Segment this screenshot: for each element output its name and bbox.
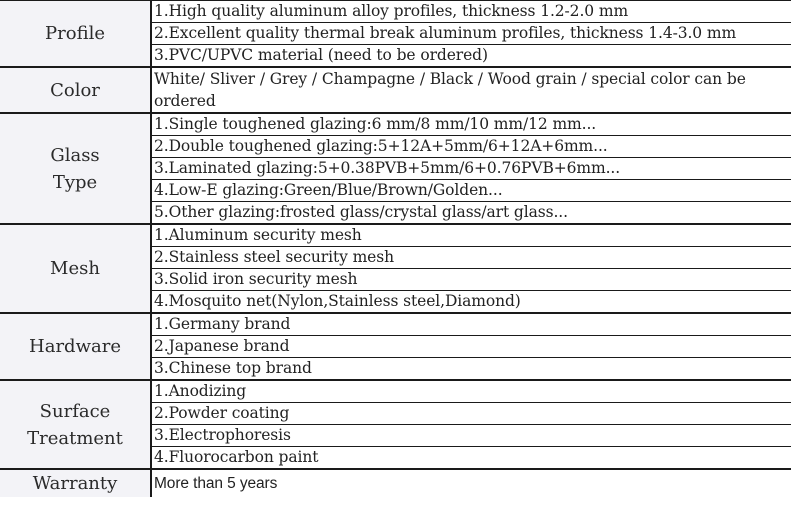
- profile-item: 1.High quality aluminum alloy profiles, …: [151, 0, 791, 23]
- hardware-item: 3.Chinese top brand: [151, 357, 791, 380]
- warranty-value: More than 5 years: [151, 468, 791, 497]
- surface-item: 3.Electrophoresis: [151, 424, 791, 447]
- row-label-color: Color: [0, 66, 152, 113]
- table-row: Color White/ Sliver / Grey / Champagne /…: [0, 66, 791, 113]
- glass-item: 1.Single toughened glazing:6 mm/8 mm/10 …: [151, 112, 791, 136]
- surface-item: 1.Anodizing: [151, 379, 791, 403]
- mesh-item: 3.Solid iron security mesh: [151, 268, 791, 291]
- hardware-item: 2.Japanese brand: [151, 335, 791, 358]
- mesh-item: 1.Aluminum security mesh: [151, 223, 791, 247]
- surface-treatment-label-line1: Surface: [39, 400, 111, 422]
- row-label-surface-treatment: Surface Treatment: [0, 379, 152, 469]
- row-label-warranty: Warranty: [0, 468, 152, 497]
- table-row: Warranty More than 5 years: [0, 468, 791, 497]
- table-row: Mesh 1.Aluminum security mesh: [0, 223, 791, 313]
- mesh-item: 4.Mosquito net(Nylon,Stainless steel,Dia…: [151, 290, 791, 313]
- table-row: Surface Treatment 1.Anodizing: [0, 379, 791, 469]
- row-label-mesh: Mesh: [0, 223, 152, 313]
- profile-item: 2.Excellent quality thermal break alumin…: [151, 22, 791, 45]
- row-label-hardware: Hardware: [0, 312, 152, 380]
- table-row: Profile 1.High quality aluminum alloy pr…: [0, 0, 791, 67]
- surface-item: 4.Fluorocarbon paint: [151, 446, 791, 469]
- glass-item: 3.Laminated glazing:5+0.38PVB+5mm/6+0.76…: [151, 157, 791, 180]
- surface-item: 2.Powder coating: [151, 402, 791, 425]
- surface-treatment-label-line2: Treatment: [27, 427, 123, 449]
- glass-type-label-line2: Type: [52, 171, 98, 193]
- table-row: Glass Type 1.Single toughened glazing:6 …: [0, 112, 791, 224]
- product-spec-table: Profile 1.High quality aluminum alloy pr…: [0, 0, 791, 497]
- glass-item: 5.Other glazing:frosted glass/crystal gl…: [151, 201, 791, 224]
- glass-item: 2.Double toughened glazing:5+12A+5mm/6+1…: [151, 135, 791, 158]
- hardware-item: 1.Germany brand: [151, 312, 791, 336]
- glass-item: 4.Low-E glazing:Green/Blue/Brown/Golden.…: [151, 179, 791, 202]
- table-row: Hardware 1.Germany brand: [0, 312, 791, 380]
- row-label-glass-type: Glass Type: [0, 112, 152, 224]
- row-label-profile: Profile: [0, 0, 152, 67]
- color-options: White/ Sliver / Grey / Champagne / Black…: [151, 66, 791, 113]
- glass-type-label-line1: Glass: [50, 144, 100, 166]
- profile-item: 3.PVC/UPVC material (need to be ordered): [151, 44, 791, 67]
- mesh-item: 2.Stainless steel security mesh: [151, 246, 791, 269]
